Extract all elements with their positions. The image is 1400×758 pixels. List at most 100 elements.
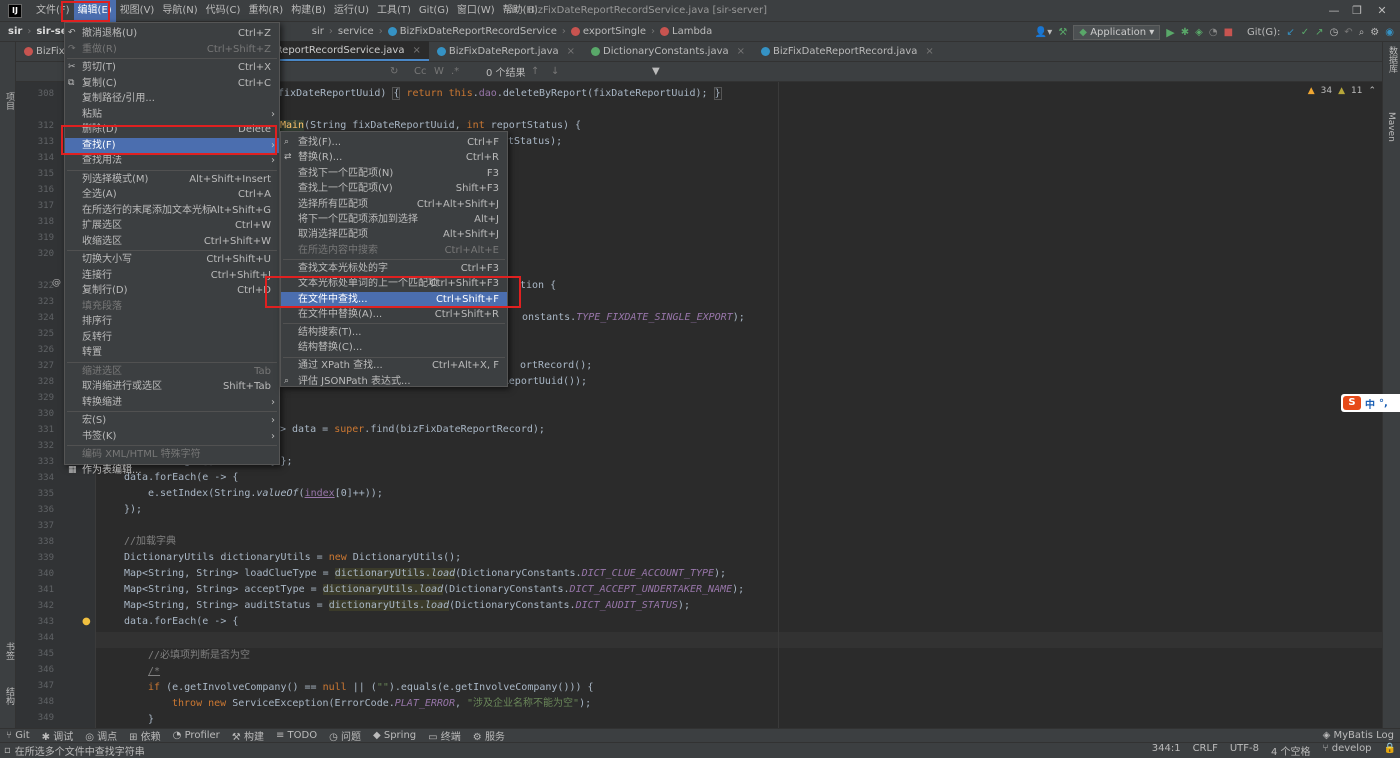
close-tab-icon[interactable]: × [567,42,575,61]
menu-item[interactable]: ✂ 剪切(T) Ctrl+X [65,60,279,75]
menu-item[interactable]: 在所选行的末尾添加文本光标 Alt+Shift+G [65,203,279,218]
menu-item[interactable]: 宏(S) › [65,413,279,428]
menu-item[interactable]: 书签(K) › [65,429,279,444]
menu-item[interactable]: 收缩选区 Ctrl+Shift+W [65,234,279,249]
menu-item[interactable]: 在文件中替换(A)... Ctrl+Shift+R [281,307,507,322]
user-icon[interactable]: 👤▾ [1035,27,1052,38]
breadcrumb-sir[interactable]: sir [309,26,327,37]
menu-item[interactable]: 查找文本光标处的字 Ctrl+F3 [281,261,507,276]
editor-tab[interactable]: BizFixDateReportRecord.java × [753,41,942,61]
line-separator[interactable]: CRLF [1193,743,1218,758]
tool-window-button[interactable]: ⑂ Git [0,730,36,741]
build-hammer-icon[interactable]: ⚒ [1058,27,1067,38]
tool-window-button[interactable]: ▭ 终端 [422,728,467,743]
menu-item[interactable]: ▦ 作为表编辑... [65,463,279,478]
menu-item[interactable]: 转换缩进 › [65,395,279,410]
tool-window-button[interactable]: ⚒ 构建 [226,728,270,743]
menu-item[interactable]: ↶ 撤消退格(U) Ctrl+Z [65,26,279,41]
breadcrumb-service[interactable]: service [335,26,377,37]
menu-item[interactable]: 反转行 [65,330,279,345]
git-rollback-icon[interactable]: ↶ [1344,27,1352,38]
close-tab-icon[interactable]: × [925,42,933,61]
tool-window-button[interactable]: ◆ Spring [367,730,422,741]
close-tab-icon[interactable]: × [737,42,745,61]
close-icon[interactable]: ✕ [1360,0,1400,22]
menu-item[interactable]: 选择所有匹配项 Ctrl+Alt+Shift+J [281,197,507,212]
menu-item[interactable]: 切换大小写 Ctrl+Shift+U [65,252,279,267]
search-icon[interactable]: ⌕ [1359,27,1365,38]
intellij-logo[interactable]: IJ [8,3,22,18]
menu-0[interactable]: 文件(F) [32,0,74,22]
menu-item[interactable]: 文本光标处单词的上一个匹配项 Ctrl+Shift+F3 [281,276,507,291]
settings-icon[interactable]: ⚙ [1370,27,1379,38]
menu-item[interactable]: ⧉ 复制(C) Ctrl+C [65,76,279,91]
tool-window-button[interactable]: ◔ Profiler [167,730,226,741]
menu-item[interactable]: 将下一个匹配项添加到选择 Alt+J [281,212,507,227]
menu-item[interactable]: 转置 [65,345,279,360]
breadcrumb-method[interactable]: exportSingle [568,26,649,37]
menu-item[interactable]: 复制路径/引用... [65,91,279,106]
menu-item[interactable]: 查找上一个匹配项(V) Shift+F3 [281,181,507,196]
filter-icon[interactable]: ▼ [652,66,660,77]
git-update-icon[interactable]: ↙ [1286,27,1294,38]
up-arrow-icon[interactable]: ↑ [531,66,539,77]
menu-item[interactable]: 填充段落 [65,299,279,314]
breadcrumb-project[interactable]: sir [0,26,25,37]
match-case-toggle[interactable]: Cc [414,66,426,77]
menu-1[interactable]: 编辑(E) [73,0,116,22]
menu-item[interactable]: 扩展选区 Ctrl+W [65,218,279,233]
menu-item[interactable]: ⇄ 替换(R)... Ctrl+R [281,150,507,165]
menu-item[interactable]: 列选择模式(M) Alt+Shift+Insert [65,172,279,187]
menu-2[interactable]: 视图(V) [116,0,159,22]
breadcrumb-lambda[interactable]: Lambda [657,26,715,37]
words-toggle[interactable]: W [434,66,444,77]
menu-item[interactable]: 编码 XML/HTML 特殊字符 [65,447,279,462]
breadcrumb-class[interactable]: BizFixDateReportRecordService [385,26,560,37]
menu-item[interactable]: ⌕ 查找(F)... Ctrl+F [281,135,507,150]
expand-up-icon[interactable]: ⌃ [1368,86,1376,96]
regex-toggle[interactable]: .* [451,66,459,77]
menu-item[interactable]: 查找用法 › [65,153,279,168]
menu-item[interactable]: 复制行(D) Ctrl+D [65,283,279,298]
input-method-indicator[interactable]: S 中 °, [1341,394,1400,412]
prev-occurrence-icon[interactable]: ↻ [390,66,398,77]
inspection-widget[interactable]: ▲ 34 ▲ 11 ⌃ [1308,86,1376,96]
structure-tool-tab[interactable]: 结构 [3,687,16,705]
editor-tab[interactable]: DictionaryConstants.java × [583,41,753,61]
project-tool-tab[interactable]: 项目 [3,92,16,110]
down-arrow-icon[interactable]: ↓ [551,66,559,77]
tool-window-button[interactable]: ◎ 调点 [79,728,123,743]
lightbulb-icon[interactable]: ● [82,616,91,627]
menu-item[interactable]: 排序行 [65,314,279,329]
menu-item[interactable]: 删除(D) Delete [65,122,279,137]
coverage-icon[interactable]: ◈ [1195,27,1203,38]
git-history-icon[interactable]: ◷ [1330,27,1339,38]
caret-position[interactable]: 344:1 [1152,743,1181,758]
menu-7[interactable]: 运行(U) [330,0,373,22]
menu-5[interactable]: 重构(R) [244,0,287,22]
menu-item[interactable]: 结构替换(C)... [281,340,507,355]
menu-4[interactable]: 代码(C) [202,0,245,22]
maven-tool-tab[interactable]: Maven [1386,112,1396,142]
menu-3[interactable]: 导航(N) [158,0,201,22]
status-square-icon[interactable]: ▫ [4,745,11,756]
plugin-icon[interactable]: ◉ [1385,27,1394,38]
menu-item[interactable]: 通过 XPath 查找... Ctrl+Alt+X, F [281,358,507,373]
tool-window-button[interactable]: ≡ TODO [270,730,323,741]
menu-item[interactable]: ⌕ 评估 JSONPath 表达式... [281,374,507,389]
tool-window-button[interactable]: ⊞ 依赖 [123,728,167,743]
indent-setting[interactable]: 4 个空格 [1271,743,1311,758]
menu-item[interactable]: 缩进选区 Tab [65,364,279,379]
menu-item[interactable]: 查找(F) › [65,137,279,153]
menu-item[interactable]: ↷ 重做(R) Ctrl+Shift+Z [65,42,279,57]
lock-icon[interactable]: 🔒 [1384,743,1396,758]
tool-window-button[interactable]: ◈ MyBatis Log [1317,730,1400,741]
git-branch[interactable]: ⑂ develop [1323,743,1372,758]
menu-8[interactable]: 工具(T) [373,0,415,22]
bookmarks-tool-tab[interactable]: 书签 [3,642,16,660]
tool-window-button[interactable]: ✱ 调试 [36,728,80,743]
git-commit-icon[interactable]: ✓ [1301,27,1309,38]
close-tab-icon[interactable]: × [412,41,420,60]
file-encoding[interactable]: UTF-8 [1230,743,1259,758]
menu-item[interactable]: 连接行 Ctrl+Shift+J [65,268,279,283]
